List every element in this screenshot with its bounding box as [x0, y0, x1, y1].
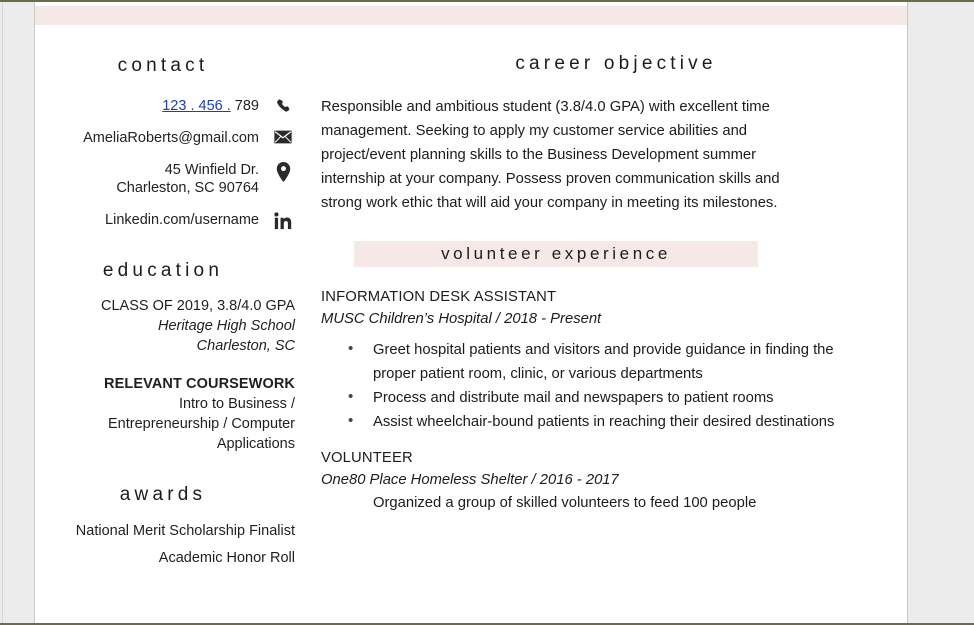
page-gutter-left	[0, 2, 35, 623]
career-objective-heading: career objective	[515, 53, 717, 74]
map-pin-icon	[271, 161, 295, 182]
contact-item-phone: 123 . 456 . 789	[35, 97, 295, 115]
coursework-line-2: Entrepreneurship / Computer	[108, 416, 295, 432]
volunteer-experience-heading: volunteer experience	[441, 244, 671, 263]
coursework-line-3: Applications	[216, 436, 295, 452]
contact-heading: contact	[117, 55, 209, 76]
job-title: INFORMATION DESK ASSISTANT	[321, 289, 557, 305]
phone-number-plain: 789	[230, 98, 259, 114]
job-bullet: Greet hospital patients and visitors and…	[348, 337, 843, 386]
top-accent-band	[35, 6, 907, 25]
street-address: 45 Winfield Dr. Charleston, SC 90764	[116, 161, 271, 197]
document-viewport[interactable]: contact 123 . 456 . 789 AmeliaRoberts@gm…	[0, 0, 974, 625]
relevant-coursework-heading: RELEVANT COURSEWORK	[104, 376, 295, 392]
contact-item-email: AmeliaRoberts@gmail.com	[35, 129, 295, 147]
award-item: Academic Honor Roll	[158, 550, 295, 566]
page-gutter-right	[907, 2, 974, 623]
education-school: Heritage High School	[157, 318, 295, 334]
phone-number-link[interactable]: 123 . 456 .	[162, 98, 231, 114]
job-organization-dates: MUSC Children’s Hospital / 2018 - Presen…	[321, 311, 602, 327]
coursework-line-1: Intro to Business /	[178, 396, 295, 412]
award-item: National Merit Scholarship Finalist	[75, 523, 295, 539]
linkedin-icon	[271, 211, 295, 230]
job-bullet-list: Greet hospital patients and visitors and…	[321, 337, 907, 434]
education-heading: education	[102, 260, 224, 281]
job-title: VOLUNTEER	[321, 450, 413, 466]
job-bullet: Assist wheelchair-bound patients in reac…	[348, 409, 843, 434]
education-class-line: CLASS OF 2019, 3.8/4.0 GPA	[101, 298, 295, 314]
job-organization-dates: One80 Place Homeless Shelter / 2016 - 20…	[321, 472, 619, 488]
address-line-1: 45 Winfield Dr.	[164, 162, 259, 178]
volunteer-entry: VOLUNTEER One80 Place Homeless Shelter /…	[321, 448, 907, 515]
phone-number: 123 . 456 . 789	[162, 97, 271, 115]
contact-item-linkedin: Linkedin.com/username	[35, 211, 295, 230]
education-location: Charleston, SC	[196, 338, 295, 354]
linkedin-url[interactable]: Linkedin.com/username	[105, 211, 271, 229]
volunteer-experience-band: volunteer experience	[354, 241, 758, 267]
phone-icon	[271, 97, 295, 115]
education-block: CLASS OF 2019, 3.8/4.0 GPA Heritage High…	[35, 296, 295, 454]
job-bullet-clipped: Organized a group of skilled volunteers …	[373, 495, 757, 511]
volunteer-entry: INFORMATION DESK ASSISTANT MUSC Children…	[321, 287, 907, 434]
awards-block: National Merit Scholarship Finalist Acad…	[35, 518, 295, 572]
left-column: contact 123 . 456 . 789 AmeliaRoberts@gm…	[35, 25, 303, 572]
envelope-icon	[271, 129, 295, 144]
address-line-2: Charleston, SC 90764	[116, 180, 259, 196]
contact-item-address: 45 Winfield Dr. Charleston, SC 90764	[35, 161, 295, 197]
email-address[interactable]: AmeliaRoberts@gmail.com	[83, 129, 271, 147]
right-column: career objective Responsible and ambitio…	[303, 25, 907, 515]
job-bullet: Process and distribute mail and newspape…	[348, 385, 843, 410]
awards-heading: awards	[119, 484, 207, 505]
career-objective-body: Responsible and ambitious student (3.8/4…	[321, 99, 780, 211]
resume-content: contact 123 . 456 . 789 AmeliaRoberts@gm…	[35, 25, 907, 623]
contact-list: 123 . 456 . 789 AmeliaRoberts@gmail.com	[35, 97, 295, 230]
